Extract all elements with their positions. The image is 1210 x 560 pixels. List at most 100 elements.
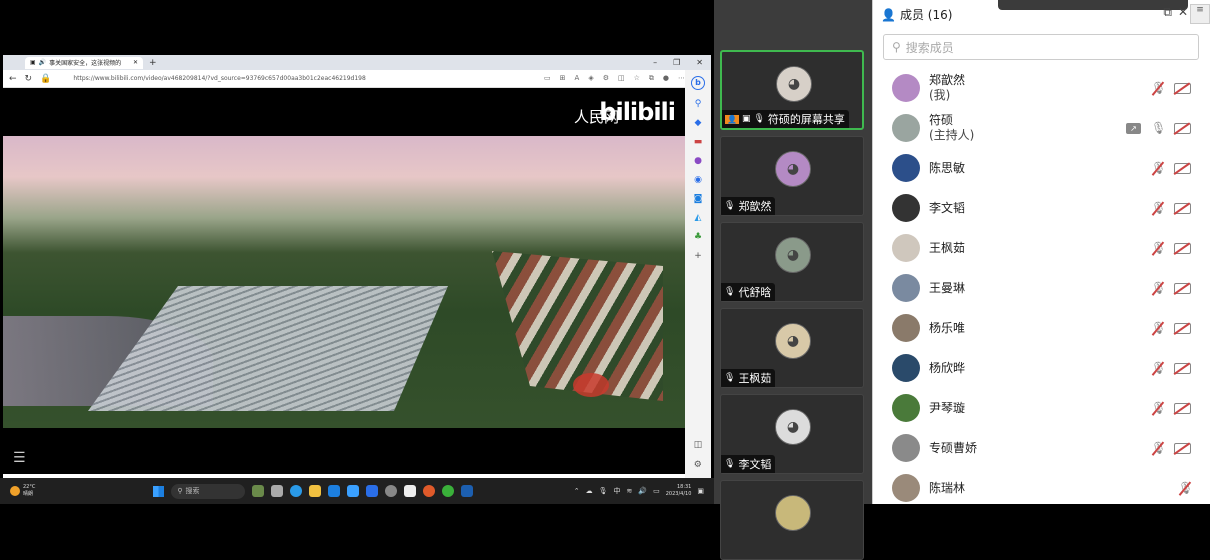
mic-muted-icon[interactable]: 🎙 — [1151, 361, 1166, 375]
video-tile[interactable]: ◕ 👤 ▣ 🎙 符硕的屏幕共享 — [720, 50, 864, 130]
mic-muted-icon[interactable]: 🎙 — [1151, 321, 1166, 335]
camera-off-icon[interactable] — [1174, 122, 1191, 134]
extension-icon[interactable]: ◈ — [588, 74, 593, 83]
cloud-icon[interactable]: ☁ — [586, 487, 593, 495]
popout-icon[interactable]: ⧉ — [1163, 5, 1172, 20]
mic-muted-icon[interactable]: 🎙 — [1151, 401, 1166, 415]
tree-icon[interactable]: ♣ — [694, 232, 702, 242]
member-row[interactable]: 杨欣晔 🎙 — [873, 348, 1210, 388]
mic-muted-icon[interactable]: 🎙 — [1178, 481, 1193, 495]
profile-icon[interactable]: ● — [663, 74, 669, 83]
settings-icon[interactable] — [385, 485, 398, 497]
camera-off-icon[interactable] — [1174, 242, 1191, 254]
tab-close-icon[interactable]: ✕ — [133, 59, 138, 66]
add-icon[interactable]: + — [694, 251, 702, 261]
member-row[interactable]: 王曼琳 🎙 — [873, 268, 1210, 308]
app-icon[interactable] — [366, 485, 379, 497]
member-row[interactable]: 郑歆然 (我) 🎙 — [873, 68, 1210, 108]
video-tile[interactable]: ◕ 🎙 郑歆然 — [720, 136, 864, 216]
camera-off-icon[interactable] — [1174, 202, 1191, 214]
meeting-control-strip[interactable] — [998, 0, 1188, 10]
app-icon[interactable] — [252, 485, 265, 497]
outlook-icon[interactable]: ◙ — [694, 194, 703, 204]
app-icon[interactable] — [347, 485, 360, 497]
camera-off-icon[interactable] — [1174, 402, 1191, 414]
mic-muted-icon[interactable]: 🎙 — [1151, 201, 1166, 215]
menu-icon[interactable]: ≡ — [1190, 4, 1210, 24]
office-icon[interactable]: ◉ — [694, 175, 702, 185]
video-player[interactable]: 人民网 bilibili ☰ — [3, 88, 685, 474]
refresh-icon[interactable]: ↻ — [25, 74, 33, 84]
mic-muted-icon[interactable]: 🎙 — [1151, 281, 1166, 295]
search-icon[interactable]: ⚲ — [695, 99, 702, 109]
mic-muted-icon[interactable]: 🎙 — [1151, 161, 1166, 175]
member-row[interactable]: 专硕曹娇 🎙 — [873, 428, 1210, 468]
chevron-up-icon[interactable]: ⌃ — [574, 487, 580, 495]
tag-icon[interactable]: ◆ — [695, 118, 702, 128]
wifi-icon[interactable]: ≋ — [627, 487, 633, 495]
back-icon[interactable]: ← — [9, 74, 17, 84]
wechat-icon[interactable] — [442, 485, 455, 497]
edge-icon[interactable] — [290, 485, 303, 497]
camera-off-icon[interactable] — [1174, 282, 1191, 294]
browser-tab[interactable]: ▣ 🔊 事关国家安全，这张视频的 ✕ — [25, 56, 143, 69]
toolbox-icon[interactable]: ▬ — [694, 137, 703, 147]
volume-icon[interactable]: 🔊 — [638, 487, 647, 495]
app-icon[interactable] — [423, 485, 436, 497]
camera-off-icon[interactable] — [1174, 322, 1191, 334]
taskbar-search[interactable]: ⚲ 搜索 — [171, 483, 246, 499]
window-close-icon[interactable]: ✕ — [696, 58, 703, 67]
speaker-icon[interactable]: 🔊 — [39, 59, 46, 66]
drop-icon[interactable]: ◭ — [695, 213, 702, 223]
favorites-icon[interactable]: ☆ — [634, 74, 640, 83]
clock[interactable]: 18:31 2023/4/10 — [666, 484, 692, 498]
mail-icon[interactable] — [328, 485, 341, 497]
people-icon[interactable]: ● — [694, 156, 702, 166]
split-screen-icon[interactable]: ◫ — [618, 74, 625, 83]
member-row[interactable]: 李文韬 🎙 — [873, 188, 1210, 228]
member-row[interactable]: 杨乐唯 🎙 — [873, 308, 1210, 348]
minimize-icon[interactable]: – — [653, 58, 657, 67]
folder-icon[interactable] — [309, 485, 322, 497]
member-row[interactable]: 尹琴璇 🎙 — [873, 388, 1210, 428]
close-icon[interactable]: ✕ — [1178, 5, 1188, 20]
menu-icon[interactable]: ☰ — [13, 450, 26, 466]
more-icon[interactable]: ⋯ — [678, 74, 685, 83]
start-button[interactable] — [153, 485, 165, 497]
mic-muted-icon[interactable]: 🎙 — [1151, 81, 1166, 95]
new-tab-button[interactable]: + — [149, 58, 157, 68]
video-tile[interactable] — [720, 480, 864, 560]
camera-off-icon[interactable] — [1174, 162, 1191, 174]
bing-icon[interactable]: b — [691, 76, 705, 90]
settings-icon[interactable]: ⚙ — [603, 74, 609, 83]
mic-muted-icon[interactable]: 🎙 — [1151, 241, 1166, 255]
mic-icon[interactable]: 🎙 — [599, 487, 608, 495]
notification-icon[interactable]: ▣ — [697, 487, 704, 495]
camera-off-icon[interactable] — [1174, 362, 1191, 374]
apps-icon[interactable]: ⊞ — [560, 74, 566, 83]
member-row[interactable]: 陈瑞林 🎙 — [873, 468, 1210, 508]
camera-off-icon[interactable] — [1174, 442, 1191, 454]
member-row[interactable]: 陈思敏 🎙 — [873, 148, 1210, 188]
video-tile[interactable]: ◕ 🎙 代舒晗 — [720, 222, 864, 302]
collections-icon[interactable]: ⧉ — [649, 74, 654, 83]
battery-icon[interactable]: ▭ — [653, 487, 660, 495]
video-tile[interactable]: ◕ 🎙 李文韬 — [720, 394, 864, 474]
camera-off-icon[interactable] — [1174, 82, 1191, 94]
video-tile[interactable]: ◕ 🎙 王枫茹 — [720, 308, 864, 388]
member-row[interactable]: 符硕 (主持人) ↗ 🎙 — [873, 108, 1210, 148]
member-search-input[interactable]: ⚲ 搜索成员 — [883, 34, 1199, 60]
url-field[interactable]: https://www.bilibili.com/video/av4682098… — [73, 75, 366, 82]
app-icon[interactable] — [461, 485, 474, 497]
maximize-icon[interactable]: ❐ — [673, 58, 680, 67]
read-aloud-icon[interactable]: A — [575, 74, 580, 83]
app-icon[interactable] — [404, 485, 417, 497]
weather-widget[interactable]: 22°C 晴朗 — [10, 484, 35, 498]
sidebar-layout-icon[interactable]: ◫ — [694, 440, 703, 450]
app-icon[interactable] — [271, 485, 284, 497]
member-row[interactable]: 王枫茹 🎙 — [873, 228, 1210, 268]
mic-icon[interactable]: 🎙 — [1151, 121, 1166, 135]
sidebar-settings-icon[interactable]: ⚙ — [694, 460, 703, 470]
mic-muted-icon[interactable]: 🎙 — [1151, 441, 1166, 455]
ime-indicator[interactable]: 中 — [614, 486, 621, 496]
